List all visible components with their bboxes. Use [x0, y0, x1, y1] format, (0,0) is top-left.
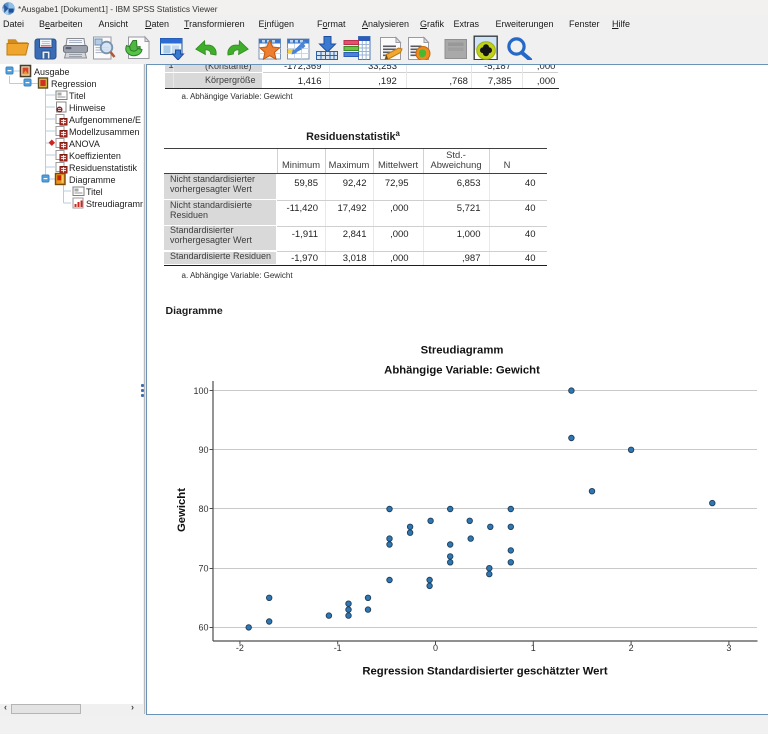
svg-text:100: 100	[193, 386, 208, 396]
svg-text:0: 0	[433, 643, 438, 653]
svg-text:80: 80	[198, 504, 208, 514]
svg-text:Gewicht: Gewicht	[176, 488, 188, 532]
svg-text:Streudiagramm: Streudiagramm	[421, 344, 504, 356]
svg-text:Regression Standardisierter ge: Regression Standardisierter geschätzter …	[362, 666, 608, 678]
svg-text:Abhängige Variable: Gewicht: Abhängige Variable: Gewicht	[384, 365, 540, 377]
svg-text:-1: -1	[334, 643, 342, 653]
svg-text:90: 90	[198, 445, 208, 455]
svg-text:1: 1	[531, 643, 536, 653]
svg-text:-2: -2	[236, 643, 244, 653]
svg-text:2: 2	[629, 643, 634, 653]
svg-text:60: 60	[198, 623, 208, 633]
svg-text:3: 3	[726, 643, 731, 653]
svg-text:70: 70	[198, 563, 208, 573]
